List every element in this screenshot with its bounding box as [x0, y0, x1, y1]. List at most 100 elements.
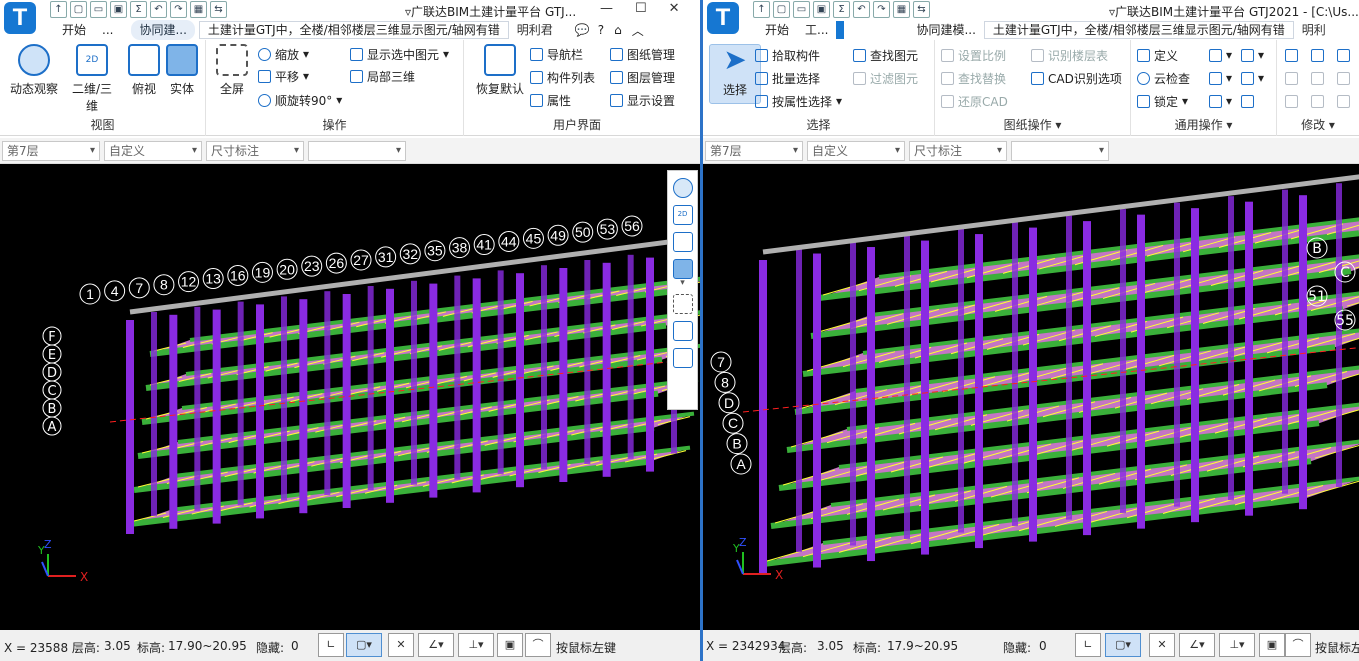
orbit-icon[interactable]: [672, 178, 693, 198]
building-model[interactable]: 78DCBABC5155XY Z: [703, 164, 1359, 630]
local-3d-button[interactable]: 局部三维: [350, 66, 415, 86]
solid-button[interactable]: 实体: [156, 44, 208, 104]
floor-select[interactable]: 第7层: [2, 141, 100, 161]
2d-3d-button[interactable]: 2D 二维/三维: [66, 44, 118, 113]
align-tool-button[interactable]: ▾: [1241, 68, 1264, 88]
angle-icon[interactable]: ∠▾: [1179, 633, 1215, 657]
cube-small-icon[interactable]: [672, 321, 693, 341]
restore-cad-button[interactable]: 还原CAD: [941, 91, 1008, 111]
category-select[interactable]: 自定义: [104, 141, 202, 161]
ortho-icon[interactable]: ∟: [318, 633, 344, 657]
building-model[interactable]: 1 4 7 8 12 13 16 19 20 23 26 27 31 32 35 38 41 44 45 49 50 53…: [0, 164, 700, 630]
undo-icon[interactable]: ↶: [853, 1, 870, 18]
grid-tool-button[interactable]: ▾: [1209, 91, 1232, 111]
calc-icon[interactable]: ▦: [893, 1, 910, 18]
select-by-attr-button[interactable]: 按属性选择 ▾: [755, 91, 842, 111]
drawing-manager-button[interactable]: 图纸管理: [610, 44, 675, 64]
angle-icon[interactable]: ∠▾: [418, 633, 454, 657]
redo-icon[interactable]: ↷: [873, 1, 890, 18]
new-file-icon[interactable]: ▢: [70, 1, 87, 18]
upload-icon[interactable]: ↑: [50, 1, 67, 18]
sync-icon[interactable]: ⇆: [913, 1, 930, 18]
open-folder-icon[interactable]: ▭: [793, 1, 810, 18]
snap-tool-button[interactable]: [1241, 91, 1254, 111]
properties-button[interactable]: 属性: [530, 90, 571, 110]
set-scale-button[interactable]: 设置比例: [941, 45, 1006, 65]
component-select[interactable]: [308, 141, 406, 161]
upload-icon[interactable]: ↑: [753, 1, 770, 18]
save-icon[interactable]: ▣: [813, 1, 830, 18]
trim-button[interactable]: [1311, 91, 1324, 111]
user-name[interactable]: 明利: [1294, 20, 1334, 40]
chevron-down-icon[interactable]: ▾: [668, 279, 697, 288]
cad-options-button[interactable]: CAD识别选项: [1031, 68, 1122, 88]
tab-more[interactable]: 工...: [797, 20, 836, 40]
3d-viewport[interactable]: 7 8 D C B A B C 51 55 X Y Z: [703, 164, 1359, 630]
angle-tool-button[interactable]: ▾: [1241, 45, 1264, 65]
type-select[interactable]: 尺寸标注: [909, 141, 1007, 161]
layer-tool-button[interactable]: ▾: [1209, 68, 1232, 88]
batch-select-button[interactable]: 批量选择: [755, 68, 820, 88]
snap-icon[interactable]: ▢▾: [346, 633, 382, 657]
navbar-button[interactable]: 导航栏: [530, 44, 583, 64]
new-file-icon[interactable]: ▢: [773, 1, 790, 18]
sum-icon[interactable]: Σ: [833, 1, 850, 18]
sum-icon[interactable]: Σ: [130, 1, 147, 18]
document-title-box[interactable]: 土建计量GTJ中，全楼/相邻楼层三维显示图元/轴网有错: [198, 21, 509, 39]
zoom-button[interactable]: 缩放 ▾: [258, 44, 309, 64]
save-icon[interactable]: ▣: [110, 1, 127, 18]
ortho-icon[interactable]: ∟: [1075, 633, 1101, 657]
select-button[interactable]: ➤ 选择: [709, 44, 761, 104]
define-button[interactable]: 定义: [1137, 45, 1178, 65]
cross-icon[interactable]: ✕: [1149, 633, 1175, 657]
cross-icon[interactable]: ✕: [388, 633, 414, 657]
maximize-button[interactable]: ☐: [635, 1, 647, 16]
3d-viewport[interactable]: 1 4 7 8 12 13 16 19 20 23 26 27 31 32 35 38 41 44 45 49 50 53…: [0, 164, 700, 630]
filter-element-button[interactable]: 过滤图元: [853, 68, 918, 88]
cube-outline-icon[interactable]: [672, 232, 693, 252]
type-select[interactable]: 尺寸标注: [206, 141, 304, 161]
break-button[interactable]: [1337, 91, 1350, 111]
tab-collab[interactable]: 协同建模...: [908, 20, 983, 40]
move-button[interactable]: [1285, 91, 1298, 111]
component-select[interactable]: [1011, 141, 1109, 161]
rotate-button[interactable]: 顺旋转90° ▾: [258, 90, 342, 110]
dimension-icon[interactable]: ⊥▾: [1219, 633, 1255, 657]
tab-start[interactable]: 开始: [757, 20, 797, 40]
2d-icon[interactable]: 2D: [672, 205, 693, 225]
display-settings-button[interactable]: 显示设置: [610, 90, 675, 110]
calc-icon[interactable]: ▦: [190, 1, 207, 18]
display-icon[interactable]: [672, 348, 693, 368]
extend-button[interactable]: [1337, 68, 1350, 88]
floor-select[interactable]: 第7层: [705, 141, 803, 161]
collapse-ribbon-icon[interactable]: ︿: [632, 22, 644, 39]
open-folder-icon[interactable]: ▭: [90, 1, 107, 18]
mirror-button[interactable]: [1337, 45, 1350, 65]
undo-icon[interactable]: ↶: [150, 1, 167, 18]
component-list-button[interactable]: 构件列表: [530, 67, 595, 87]
dimension-icon[interactable]: ⊥▾: [458, 633, 494, 657]
message-icon[interactable]: 💬: [575, 23, 590, 37]
user-name[interactable]: 明利君: [509, 20, 561, 40]
help-icon[interactable]: ?: [598, 23, 604, 37]
redo-icon[interactable]: ↷: [170, 1, 187, 18]
offset-button[interactable]: [1285, 68, 1298, 88]
copy-button[interactable]: [1311, 45, 1324, 65]
fullscreen-button[interactable]: 全屏: [206, 44, 258, 104]
dynamic-input-icon[interactable]: ▣: [497, 633, 523, 657]
rotate-button[interactable]: [1311, 68, 1324, 88]
delete-button[interactable]: [1285, 45, 1298, 65]
curve-icon[interactable]: ⌒: [525, 633, 551, 657]
pan-button[interactable]: 平移 ▾: [258, 66, 309, 86]
tab-more[interactable]: ...: [94, 20, 121, 40]
lock-button[interactable]: 锁定 ▾: [1137, 91, 1188, 111]
tab-collab[interactable]: 协同建...: [131, 20, 195, 40]
restore-default-button[interactable]: 恢复默认: [472, 44, 528, 104]
snap-icon[interactable]: ▢▾: [1105, 633, 1141, 657]
find-replace-button[interactable]: 查找替换: [941, 68, 1006, 88]
layer-manager-button[interactable]: 图层管理: [610, 67, 675, 87]
cloud-check-button[interactable]: 云检查: [1137, 68, 1190, 88]
sync-icon[interactable]: ⇆: [210, 1, 227, 18]
curve-icon[interactable]: ⌒: [1285, 633, 1311, 657]
tab-start[interactable]: 开始: [54, 20, 94, 40]
